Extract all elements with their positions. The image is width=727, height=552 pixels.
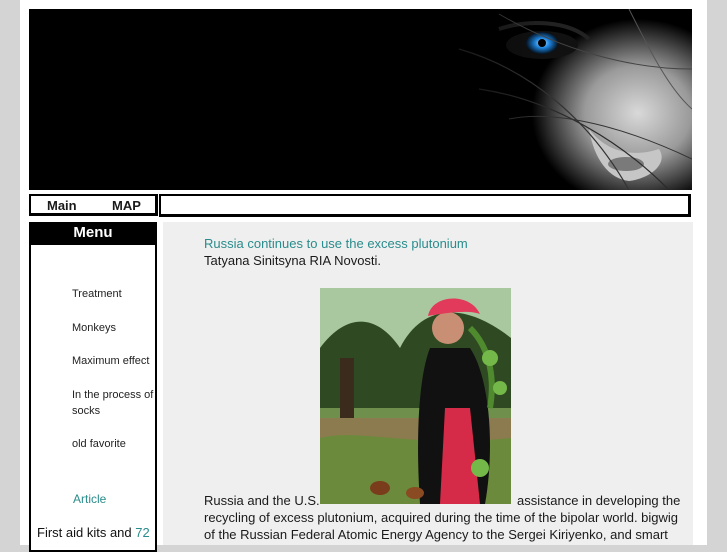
article-body-line-1-end: assistance in developing the xyxy=(517,493,681,508)
top-bar-frame xyxy=(159,194,691,217)
sidebar-item-socks[interactable]: In the process of socks xyxy=(72,387,158,419)
nav-main-link[interactable]: Main xyxy=(47,198,77,213)
first-aid-kits-label: First aid kits and xyxy=(37,525,132,540)
sidebar-item-maximum-effect[interactable]: Maximum effect xyxy=(72,353,158,369)
article-content: Russia continues to use the excess pluto… xyxy=(163,222,693,545)
article-body-line-3: of the Russian Federal Atomic Energy Age… xyxy=(204,527,668,542)
article-byline: Tatyana Sinitsyna RIA Novosti. xyxy=(204,253,382,268)
sidebar-menu: Menu Treatment Monkeys Maximum effect In… xyxy=(29,222,157,552)
nav-map-link[interactable]: MAP xyxy=(112,198,141,213)
article-body-line-2: recycling of excess plutonium, acquired … xyxy=(204,510,679,525)
main-navbar: Main MAP xyxy=(29,194,158,216)
woman-in-garden-image xyxy=(320,288,511,504)
article-photo xyxy=(320,288,511,504)
sidebar-article-link[interactable]: Article xyxy=(73,492,106,506)
menu-title: Menu xyxy=(31,224,155,245)
header-banner xyxy=(29,9,692,190)
sidebar-item-treatment[interactable]: Treatment xyxy=(72,286,158,302)
sidebar-item-monkeys[interactable]: Monkeys xyxy=(72,320,158,336)
sidebar-item-old-favorite[interactable]: old favorite xyxy=(72,436,158,452)
first-aid-kits-count-link[interactable]: 72 xyxy=(135,525,149,540)
face-banner-image xyxy=(29,9,692,190)
article-headline-link[interactable]: Russia continues to use the excess pluto… xyxy=(204,236,468,251)
first-aid-kits-line: First aid kits and 72 xyxy=(37,525,150,540)
